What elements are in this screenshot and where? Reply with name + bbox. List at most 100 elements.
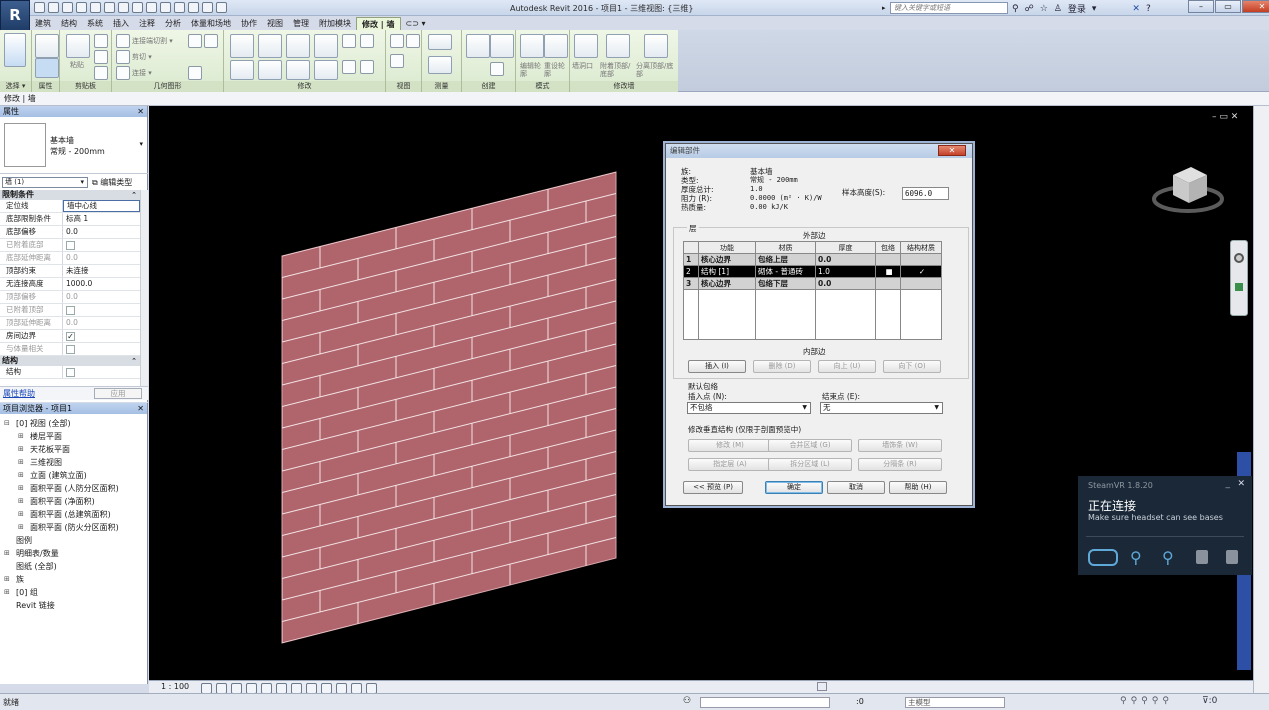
- layer-cell-f[interactable]: 结构 [1]: [698, 265, 756, 278]
- close-button[interactable]: ✕: [1242, 0, 1269, 13]
- favorites-icon[interactable]: ☆: [1040, 4, 1048, 14]
- match-type-icon[interactable]: [94, 66, 108, 80]
- browser-item[interactable]: Revit 链接: [0, 599, 148, 612]
- layer-cell-f[interactable]: 核心边界: [698, 253, 756, 266]
- measure-tool-icon[interactable]: [428, 34, 452, 50]
- mirror-pick-icon[interactable]: [286, 34, 310, 58]
- browser-item[interactable]: ⊞ [0] 组: [0, 586, 148, 599]
- expand-icon[interactable]: ⊞: [18, 482, 24, 495]
- print-icon[interactable]: [104, 2, 115, 13]
- steering-wheel-icon[interactable]: [1234, 253, 1244, 263]
- minimize-view-icon[interactable]: –: [1212, 112, 1217, 122]
- layer-button-3[interactable]: 向下 (O): [883, 360, 941, 373]
- cut-icon[interactable]: [94, 34, 108, 48]
- close-hidden-icon[interactable]: [202, 2, 213, 13]
- array-icon[interactable]: [360, 34, 374, 48]
- split-face-icon[interactable]: [188, 34, 202, 48]
- split-icon[interactable]: [342, 34, 356, 48]
- tab-7[interactable]: 协作: [236, 17, 262, 30]
- tab-0[interactable]: 建筑: [30, 17, 56, 30]
- property-checkbox[interactable]: ✓: [66, 332, 75, 341]
- selection-filter-icons[interactable]: ⚲⚲⚲⚲⚲: [1120, 696, 1173, 706]
- layer-cell-wrap[interactable]: [875, 277, 901, 290]
- browser-item[interactable]: ⊞ 族: [0, 573, 148, 586]
- close-view-icon[interactable]: ✕: [1231, 112, 1239, 122]
- join-icon[interactable]: [116, 66, 130, 80]
- layer-cell-str[interactable]: [900, 253, 942, 266]
- layer-cell-f[interactable]: 核心边界: [698, 277, 756, 290]
- expand-icon[interactable]: ⊞: [18, 456, 24, 469]
- property-value[interactable]: 墙中心线: [63, 200, 140, 212]
- scale-icon[interactable]: [342, 60, 356, 74]
- tab-4[interactable]: 注释: [134, 17, 160, 30]
- sync-icon[interactable]: [62, 2, 73, 13]
- expand-icon[interactable]: ⊞: [18, 521, 24, 534]
- tab-6[interactable]: 体量和场地: [186, 17, 236, 30]
- collapse-icon[interactable]: ⊟: [4, 417, 10, 430]
- trim-icon[interactable]: [314, 60, 338, 80]
- insert-point-select[interactable]: 不包络 ▼: [687, 402, 811, 414]
- property-value[interactable]: [63, 366, 140, 378]
- layer-cell-n[interactable]: 2: [683, 265, 699, 278]
- preview-button[interactable]: << 预览 (P): [683, 481, 743, 494]
- worksharing-icon[interactable]: ⚇: [683, 696, 691, 706]
- layer-cell-m[interactable]: 砌体 - 普通砖: [755, 265, 816, 278]
- browser-item[interactable]: ⊞ 面积平面 (人防分区面积): [0, 482, 148, 495]
- expand-icon[interactable]: ⊞: [18, 469, 24, 482]
- browser-item[interactable]: ⊞ 面积平面 (总建筑面积): [0, 508, 148, 521]
- expand-icon[interactable]: ⊞: [4, 573, 10, 586]
- properties-help-link[interactable]: 属性帮助: [3, 388, 35, 399]
- ribbon-minimize-icon[interactable]: ⊂⊃ ▾: [401, 17, 431, 30]
- wall-joins-icon[interactable]: [188, 66, 202, 80]
- property-group-header[interactable]: 结构 ⌃: [0, 356, 140, 366]
- viewcube-icon[interactable]: [1151, 155, 1225, 221]
- ok-button[interactable]: 确定: [765, 481, 823, 494]
- tab-8[interactable]: 视图: [262, 17, 288, 30]
- type-properties-icon[interactable]: [35, 34, 59, 58]
- layer-cell-t[interactable]: 0.0: [815, 253, 876, 266]
- copy-element-icon[interactable]: [258, 60, 282, 80]
- geometry-item-1[interactable]: 连接端切割 ▾: [132, 36, 173, 46]
- instance-filter-select[interactable]: 墙 (1) ▾: [2, 177, 88, 188]
- attach-top-base-icon[interactable]: [606, 34, 630, 58]
- redo-icon[interactable]: [90, 2, 101, 13]
- open-icon[interactable]: [34, 2, 45, 13]
- layer-cell-m[interactable]: 包络下层: [755, 277, 816, 290]
- editing-requests[interactable]: :0: [856, 697, 864, 706]
- close-icon[interactable]: ✕: [1237, 479, 1245, 489]
- subscription-icon[interactable]: ☍: [1025, 4, 1034, 14]
- minimize-icon[interactable]: _: [1226, 479, 1231, 489]
- layer-cell-str[interactable]: ✓: [900, 265, 942, 278]
- move-icon[interactable]: [230, 60, 254, 80]
- expand-icon[interactable]: ⊞: [18, 508, 24, 521]
- section-icon[interactable]: [174, 2, 185, 13]
- tab-11[interactable]: 修改 | 墙: [356, 17, 401, 30]
- layer-row[interactable]: 3 核心边界 包络下层 0.0: [683, 277, 942, 290]
- edit-type-button[interactable]: ⧉ 编辑类型: [92, 177, 132, 188]
- similar-icon[interactable]: [490, 62, 504, 76]
- collapse-icon[interactable]: ⌃: [131, 190, 137, 200]
- close-icon[interactable]: ✕: [137, 403, 144, 414]
- layer-cell-wrap[interactable]: ■: [875, 265, 901, 278]
- undo-icon[interactable]: [76, 2, 87, 13]
- save-icon[interactable]: [48, 2, 59, 13]
- tab-3[interactable]: 插入: [108, 17, 134, 30]
- view-scale[interactable]: 1 : 100: [161, 682, 189, 691]
- browser-item[interactable]: 图例: [0, 534, 148, 547]
- property-value[interactable]: 1000.0: [63, 278, 140, 290]
- override-icon[interactable]: [406, 34, 420, 48]
- tab-5[interactable]: 分析: [160, 17, 186, 30]
- property-group-header[interactable]: 限制条件 ⌃: [0, 190, 140, 200]
- hide-icon[interactable]: [390, 34, 404, 48]
- wall-opening-icon[interactable]: [574, 34, 598, 58]
- delete-icon[interactable]: [360, 60, 374, 74]
- browser-item[interactable]: ⊞ 明细表/数量: [0, 547, 148, 560]
- exchange-icon[interactable]: ✕: [1132, 4, 1140, 14]
- browser-item[interactable]: ⊞ 面积平面 (防火分区面积): [0, 521, 148, 534]
- layer-cell-n[interactable]: 3: [683, 277, 699, 290]
- search-input[interactable]: 键入关键字或短语: [890, 2, 1008, 14]
- search-arrow-icon[interactable]: ▸: [882, 4, 886, 12]
- vertical-structure-button-2[interactable]: 墙饰条 (W): [858, 439, 942, 452]
- layer-row[interactable]: 1 核心边界 包络上层 0.0: [683, 253, 942, 266]
- restore-view-icon[interactable]: ▭: [1219, 112, 1228, 122]
